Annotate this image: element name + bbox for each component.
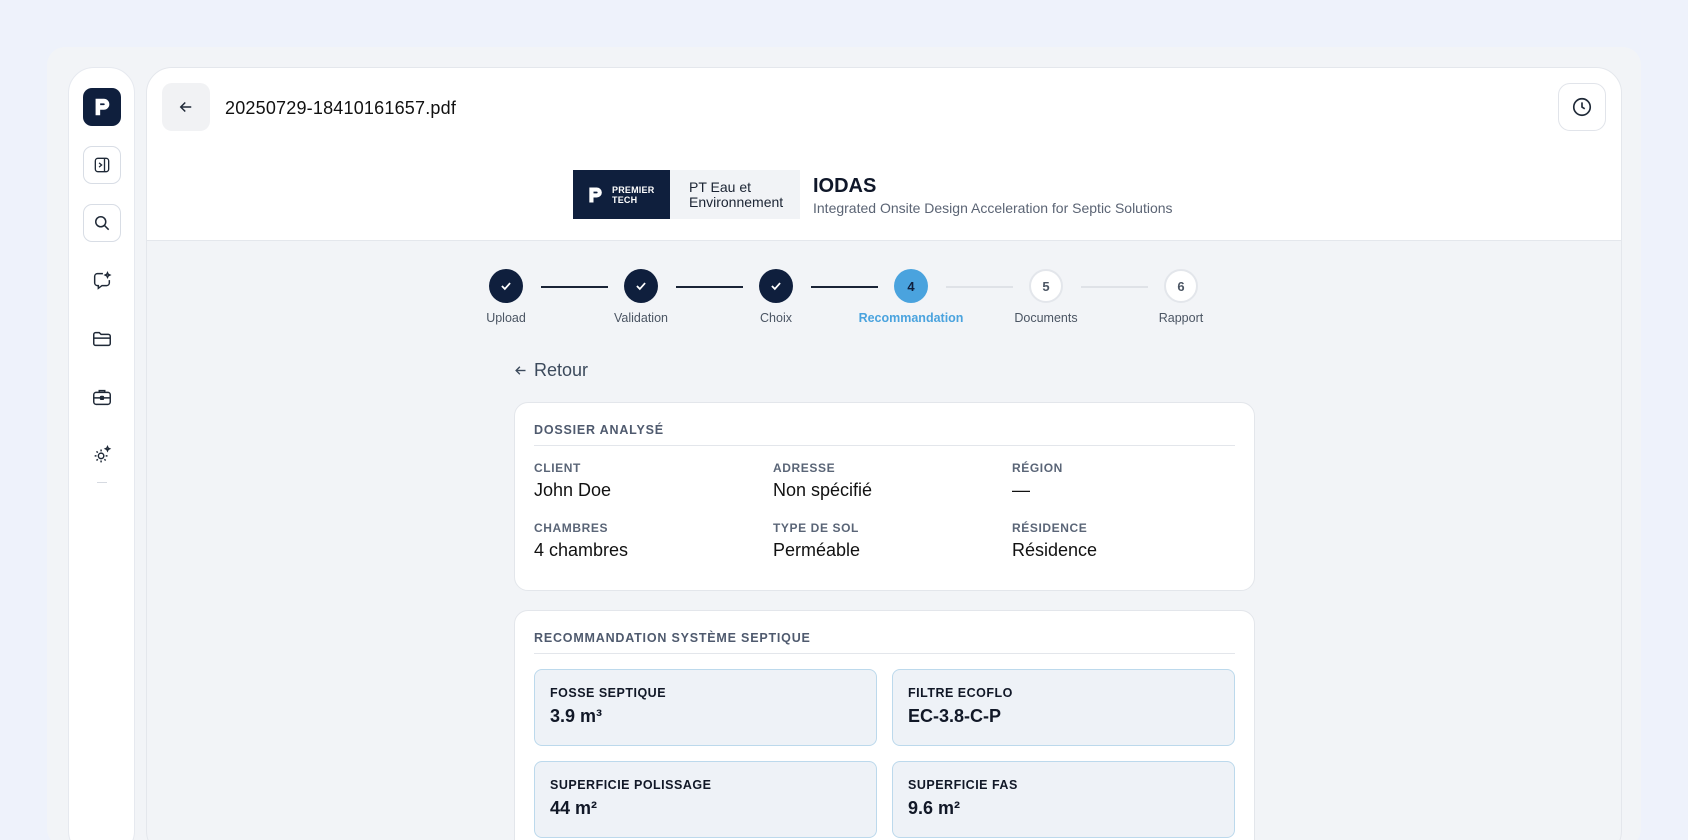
- field-value: John Doe: [534, 480, 612, 500]
- reco-value: 3.9 m³: [550, 706, 603, 726]
- premier-tech-logo: PREMIER TECH: [573, 170, 670, 219]
- reco-fosse-septique: FOSSE SEPTIQUE 3.9 m³: [534, 669, 877, 746]
- briefcase-icon[interactable]: [83, 378, 121, 416]
- reco-superficie-fas: SUPERFICIE FAS 9.6 m²: [892, 761, 1235, 838]
- field-value: Résidence: [1012, 540, 1098, 560]
- premier-tech-line2: TECH: [612, 194, 638, 205]
- premier-tech-line1: PREMIER: [612, 184, 655, 195]
- premier-tech-mark-icon: [589, 187, 602, 202]
- step-choix[interactable]: Choix: [731, 269, 821, 325]
- reco-label: FOSSE SEPTIQUE: [550, 686, 667, 700]
- field-label: TYPE DE SOL: [773, 521, 859, 535]
- dossier-title: DOSSIER ANALYSÉ: [534, 423, 1235, 446]
- reco-value: EC-3.8-C-P: [908, 706, 1002, 726]
- division-line1: PT Eau et: [689, 178, 752, 195]
- reco-value: 9.6 m²: [908, 798, 961, 818]
- progress-stepper: Upload Validation Choix 4 Recommandation…: [485, 269, 1205, 329]
- step-label: Validation: [614, 311, 668, 325]
- chat-sparkle-icon[interactable]: [83, 262, 121, 300]
- arrow-left-icon: [515, 366, 526, 375]
- step-label: Choix: [760, 311, 792, 325]
- step-label: Rapport: [1158, 311, 1204, 325]
- recommandation-card: RECOMMANDATION SYSTÈME SEPTIQUE FOSSE SE…: [514, 610, 1255, 840]
- field-label: RÉGION: [1012, 461, 1063, 475]
- recommandation-items: FOSSE SEPTIQUE 3.9 m³ FILTRE ECOFLO EC-3…: [534, 669, 1235, 838]
- field-value: 4 chambres: [534, 540, 629, 560]
- clock-icon: [1572, 97, 1592, 117]
- settings-sparkle-icon[interactable]: [83, 436, 121, 474]
- field-chambres: CHAMBRES 4 chambres: [534, 521, 773, 561]
- field-client: CLIENT John Doe: [534, 461, 773, 501]
- main-panel: 20250729-18410161657.pdf PREMIER TECH PT…: [146, 67, 1622, 840]
- field-value: —: [1012, 480, 1030, 500]
- folder-icon[interactable]: [83, 320, 121, 358]
- step-number: 5: [1029, 269, 1063, 303]
- panel-toggle-icon[interactable]: [82, 146, 121, 184]
- reco-label: FILTRE ECOFLO: [908, 686, 1013, 700]
- arrow-left-icon: [179, 101, 192, 113]
- field-value: Non spécifié: [773, 480, 873, 500]
- reco-label: SUPERFICIE FAS: [908, 778, 1018, 792]
- app-logo-icon[interactable]: [82, 88, 121, 126]
- field-residence: RÉSIDENCE Résidence: [1012, 521, 1233, 561]
- check-icon: [624, 269, 658, 303]
- step-label: Upload: [486, 311, 526, 325]
- step-rapport[interactable]: 6 Rapport: [1136, 269, 1226, 325]
- reco-value: 44 m²: [550, 798, 598, 818]
- field-label: CLIENT: [534, 461, 581, 475]
- history-button[interactable]: [1558, 83, 1606, 131]
- step-upload[interactable]: Upload: [461, 269, 551, 325]
- sidebar: [68, 67, 135, 840]
- product-subtitle: Integrated Onsite Design Acceleration fo…: [813, 200, 1173, 216]
- field-label: RÉSIDENCE: [1012, 521, 1088, 535]
- field-label: CHAMBRES: [534, 521, 609, 535]
- step-number: 6: [1164, 269, 1198, 303]
- step-number: 4: [894, 269, 928, 303]
- reco-filtre-ecoflo: FILTRE ECOFLO EC-3.8-C-P: [892, 669, 1235, 746]
- field-value: Perméable: [773, 540, 861, 560]
- step-documents[interactable]: 5 Documents: [1001, 269, 1091, 325]
- step-label: Recommandation: [858, 311, 964, 325]
- product-title: IODAS: [813, 175, 877, 197]
- check-icon: [489, 269, 523, 303]
- back-button[interactable]: [162, 83, 210, 131]
- search-icon[interactable]: [82, 204, 121, 242]
- division-badge: PT Eau et Environnement: [670, 170, 800, 219]
- dossier-fields: CLIENT John Doe ADRESSE Non spécifié RÉG…: [534, 461, 1235, 561]
- retour-link[interactable]: Retour: [513, 360, 588, 381]
- reco-label: SUPERFICIE POLISSAGE: [550, 778, 712, 792]
- step-validation[interactable]: Validation: [596, 269, 686, 325]
- retour-label: Retour: [534, 360, 589, 380]
- document-filename: 20250729-18410161657.pdf: [225, 98, 457, 118]
- step-recommandation[interactable]: 4 Recommandation: [859, 269, 963, 325]
- field-adresse: ADRESSE Non spécifié: [773, 461, 1012, 501]
- field-type-de-sol: TYPE DE SOL Perméable: [773, 521, 1012, 561]
- premier-tech-wordmark: PREMIER TECH: [612, 185, 654, 205]
- division-line2: Environnement: [689, 193, 784, 210]
- step-label: Documents: [1014, 311, 1078, 325]
- dossier-card: DOSSIER ANALYSÉ CLIENT John Doe ADRESSE …: [514, 402, 1255, 591]
- sidebar-divider: [96, 482, 107, 483]
- field-label: ADRESSE: [773, 461, 836, 475]
- recommandation-title: RECOMMANDATION SYSTÈME SEPTIQUE: [534, 631, 1235, 654]
- reco-superficie-polissage: SUPERFICIE POLISSAGE 44 m²: [534, 761, 877, 838]
- check-icon: [759, 269, 793, 303]
- top-header: 20250729-18410161657.pdf PREMIER TECH PT…: [147, 68, 1621, 241]
- field-region: RÉGION —: [1012, 461, 1233, 501]
